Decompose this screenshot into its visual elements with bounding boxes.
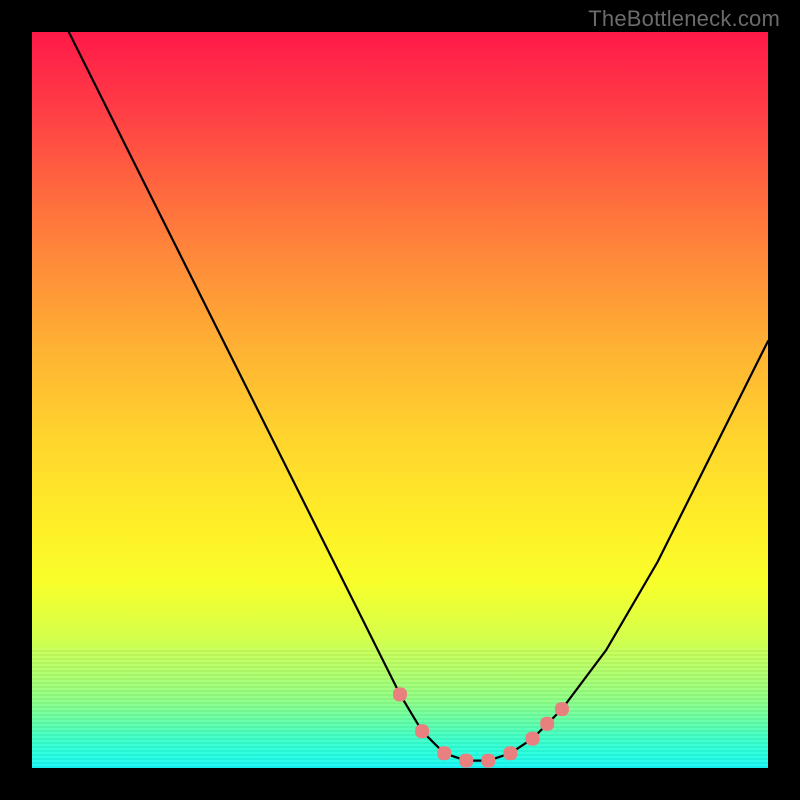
chart-frame: TheBottleneck.com xyxy=(0,0,800,800)
marker-dot xyxy=(503,746,517,760)
marker-dot xyxy=(415,724,429,738)
marker-dot xyxy=(555,702,569,716)
optimal-range-markers xyxy=(393,687,569,767)
watermark-text: TheBottleneck.com xyxy=(588,6,780,32)
marker-dot xyxy=(437,746,451,760)
curve-line xyxy=(69,32,768,761)
marker-dot xyxy=(540,717,554,731)
marker-dot xyxy=(481,754,495,768)
chart-svg xyxy=(32,32,768,768)
marker-dot xyxy=(393,687,407,701)
marker-dot xyxy=(526,732,540,746)
plot-area xyxy=(32,32,768,768)
marker-dot xyxy=(459,754,473,768)
bottleneck-curve xyxy=(69,32,768,761)
